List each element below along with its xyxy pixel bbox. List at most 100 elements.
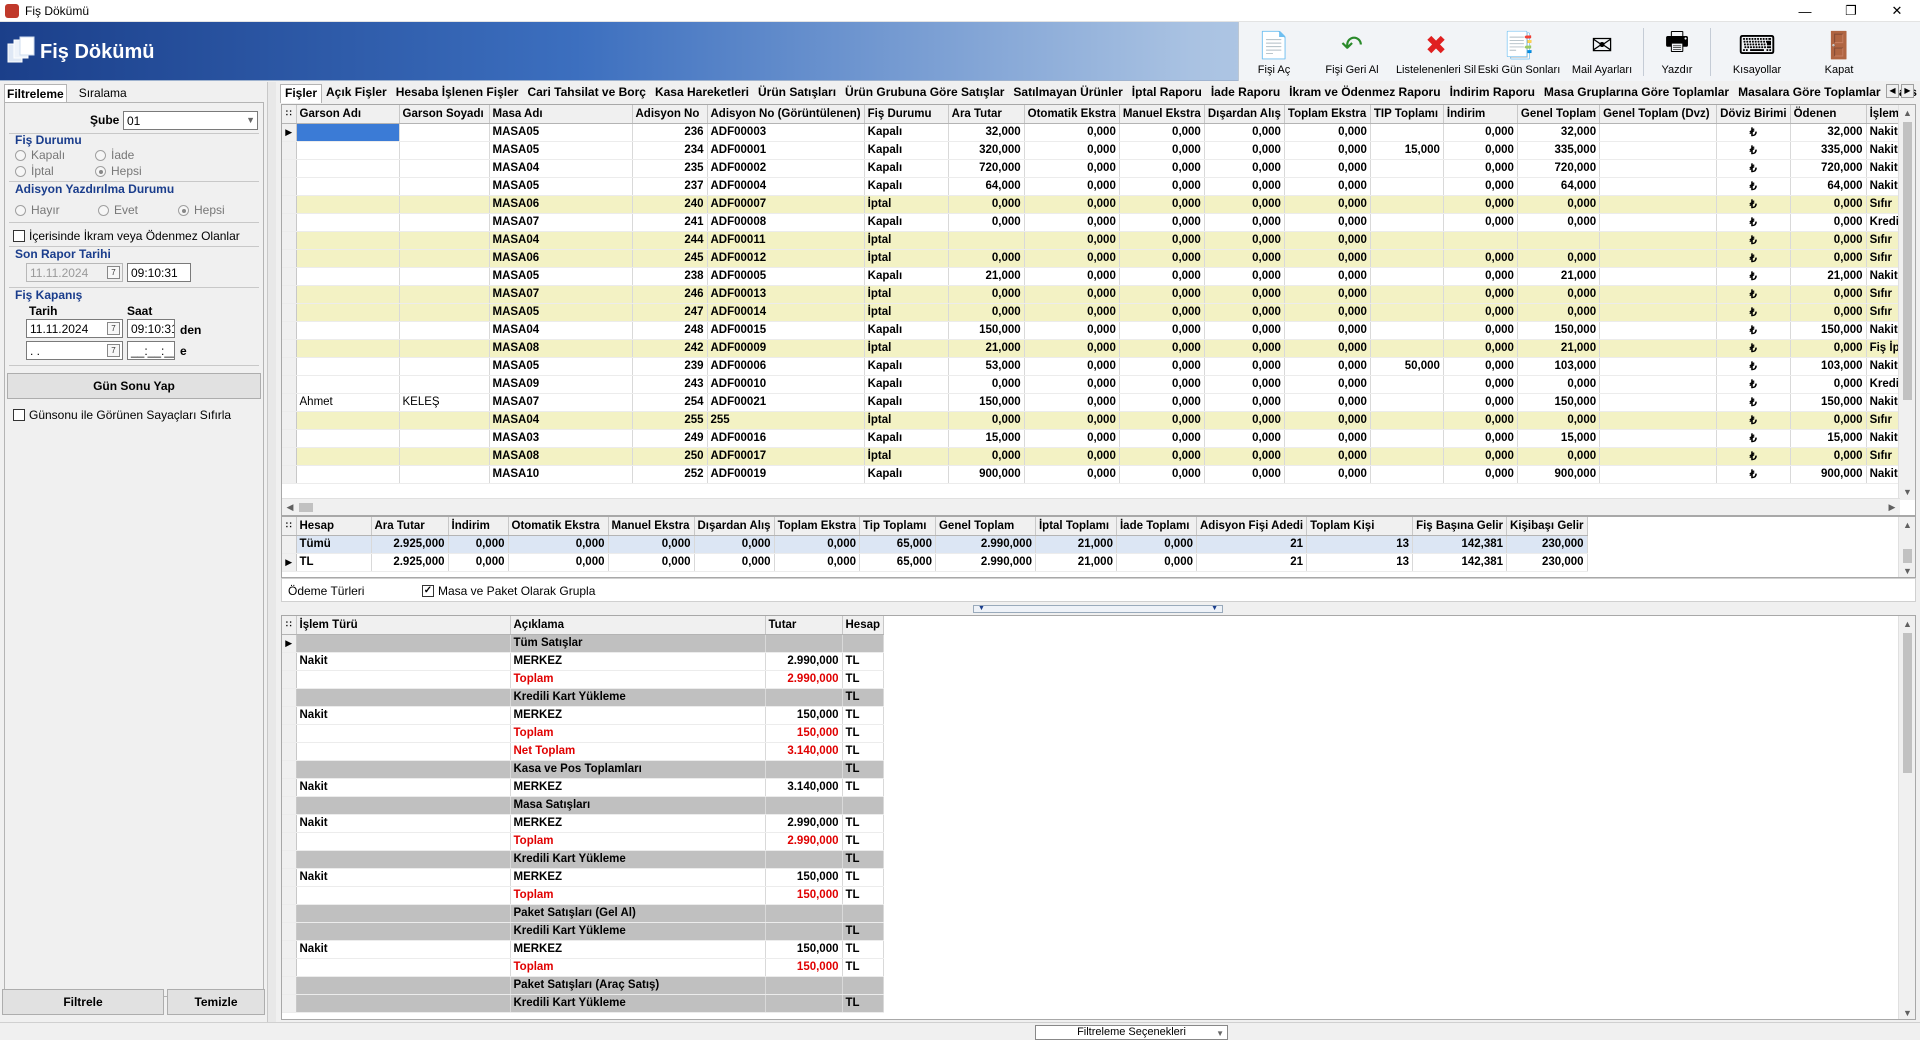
tab-masa-gruplarina-gore-toplamlar[interactable]: Masa Gruplarına Göre Toplamlar [1540,84,1734,103]
table-row[interactable]: MASA05 247 ADF00014 İptal 0,000 0,000 0,000 0,0… [282,303,1907,322]
grid-menu-icon[interactable]: ∷ [282,517,297,536]
table-row[interactable]: MASA04 248 ADF00015 Kapalı 150,000 0,000 0,000… [282,321,1907,340]
summary-row[interactable]: Tümü 2.925,000 0,000 0,000 0,000 0,000 0,000 65… [282,535,1588,554]
tab-iptal-raporu[interactable]: İptal Raporu [1128,84,1207,103]
payment-row[interactable]: Toplam 2.990,000 TL [282,832,885,851]
son-rapor-time[interactable]: 09:10:31 [127,263,191,282]
column-header-ara-tutar[interactable]: Ara Tutar [371,517,449,536]
column-header-disardan-alis[interactable]: Dışardan Alış [1204,105,1285,124]
column-header-adisyon-fisi-adedi[interactable]: Adisyon Fişi Adedi [1196,517,1308,536]
radio-hepsi[interactable]: Hepsi [95,164,142,178]
temizle-button[interactable]: Temizle [167,989,265,1015]
payment-row[interactable]: Kredili Kart Yükleme TL [282,688,885,707]
radio-evet[interactable]: Evet [98,203,138,217]
sube-select[interactable]: 01 ▼ [123,111,258,130]
column-header-hesap[interactable]: Hesap [842,616,885,635]
ikram-checkbox[interactable]: İçerisinde İkram veya Ödenmez Olanlar [13,229,240,243]
table-row[interactable]: MASA04 235 ADF00002 Kapalı 720,000 0,000 0,000… [282,159,1907,178]
payment-row[interactable]: ▶ Tüm Satışlar [282,634,885,653]
column-header-genel-toplam[interactable]: Genel Toplam [1517,105,1601,124]
group-checkbox[interactable]: ✓ Masa ve Paket Olarak Grupla [422,584,595,598]
payment-row[interactable]: Net Toplam 3.140,000 TL [282,742,885,761]
close-icon[interactable]: ✕ [1874,0,1920,22]
scroll-thumb[interactable] [1903,122,1912,400]
column-header-doviz-birimi[interactable]: Döviz Birimi [1716,105,1791,124]
calendar-icon[interactable]: 7 [107,344,120,357]
tab-siralama[interactable]: Sıralama [77,84,129,103]
column-header-iptal-toplami[interactable]: İptal Toplamı [1035,517,1117,536]
panel-splitter[interactable] [268,82,276,1022]
kapanis-end-time[interactable]: __:__:__ [127,341,175,360]
column-header-ara-tutar[interactable]: Ara Tutar [948,105,1025,124]
column-header-tutar[interactable]: Tutar [765,616,843,635]
kapanis-start-date[interactable]: 11.11.2024 7 [26,319,123,338]
scroll-right-icon[interactable]: ▶ [1884,499,1900,515]
payment-row[interactable]: Nakit MERKEZ 150,000 TL [282,868,885,887]
column-header-iade-toplami[interactable]: İade Toplamı [1116,517,1197,536]
radio-adisyon-hepsi[interactable]: Hepsi [178,203,225,217]
table-row[interactable]: ▶ MASA05 236 ADF00003 Kapalı 32,000 0,000 0,000… [282,123,1907,142]
restore-icon[interactable]: ❐ [1828,0,1874,22]
table-row[interactable]: MASA06 245 ADF00012 İptal 0,000 0,000 0,000 0,0… [282,249,1907,268]
table-row[interactable]: MASA05 239 ADF00006 Kapalı 53,000 0,000 0,000 0… [282,357,1907,376]
toolbar-kisayollar-button[interactable]: ⌨ Kısayollar [1711,22,1803,81]
column-header-toplam-ekstra[interactable]: Toplam Ekstra [1284,105,1371,124]
tab-fisler[interactable]: Fişler [280,84,323,103]
scroll-thumb[interactable] [299,503,313,512]
toolbar-listelenenleri-sil-button[interactable]: ✖ Listelenenleri Sil [1395,22,1477,81]
payment-row[interactable]: Toplam 150,000 TL [282,724,885,743]
payment-row[interactable]: Kredili Kart Yükleme TL [282,850,885,869]
radio-iade[interactable]: İade [95,148,134,162]
toolbar-yazdir-button[interactable]: 🖶 Yazdır [1644,22,1710,81]
column-header-aciklama[interactable]: Açıklama [510,616,766,635]
column-header-masa-adi[interactable]: Masa Adı [489,105,633,124]
scroll-up-icon[interactable]: ▲ [1899,105,1915,121]
column-header-manuel-ekstra[interactable]: Manuel Ekstra [1119,105,1205,124]
column-header-kisibasi-gelir[interactable]: Kişibaşı Gelir [1506,517,1588,536]
gun-sonu-button[interactable]: Gün Sonu Yap [7,373,261,399]
filter-options-select[interactable]: Filtreleme Seçenekleri ▼ [1035,1025,1228,1040]
payment-row[interactable]: Kredili Kart Yükleme TL [282,922,885,941]
vertical-scrollbar[interactable]: ▲ ▼ [1898,616,1915,1019]
table-row[interactable]: MASA05 234 ADF00001 Kapalı 320,000 0,000 0,000… [282,141,1907,160]
column-header-fis-durumu[interactable]: Fiş Durumu [864,105,949,124]
tab-ikram-ve-odenmez-raporu[interactable]: İkram ve Ödenmez Raporu [1285,84,1445,103]
grid-menu-icon[interactable]: ∷ [282,105,297,124]
column-header-tip-toplami[interactable]: TIP Toplamı [1370,105,1444,124]
column-header-genel-toplam-dvz[interactable]: Genel Toplam (Dvz) [1599,105,1718,124]
radio-iptal[interactable]: İptal [15,164,54,178]
table-row[interactable]: MASA05 237 ADF00004 Kapalı 64,000 0,000 0,000 0… [282,177,1907,196]
payment-row[interactable]: Kasa ve Pos Toplamları TL [282,760,885,779]
table-row[interactable]: MASA07 246 ADF00013 İptal 0,000 0,000 0,000 0,0… [282,285,1907,304]
splitter-handle[interactable]: ▼ ▼ [973,605,1223,613]
column-header-genel-toplam[interactable]: Genel Toplam [935,517,1036,536]
payment-row[interactable]: Nakit MERKEZ 150,000 TL [282,940,885,959]
scroll-down-icon[interactable]: ▼ [1899,484,1915,500]
payment-row[interactable]: Nakit MERKEZ 150,000 TL [282,706,885,725]
column-header-hesap[interactable]: Hesap [296,517,372,536]
scroll-down-icon[interactable]: ▼ [1899,1005,1915,1019]
column-header-indirim[interactable]: İndirim [1443,105,1518,124]
payment-row[interactable]: Masa Satışları [282,796,885,815]
table-row[interactable]: MASA06 240 ADF00007 İptal 0,000 0,000 0,000 0,0… [282,195,1907,214]
column-header-tip-toplami[interactable]: Tip Toplamı [859,517,936,536]
scroll-down-icon[interactable]: ▼ [1899,563,1915,577]
column-header-garson-soyadi[interactable]: Garson Soyadı [399,105,490,124]
table-row[interactable]: MASA05 238 ADF00005 Kapalı 21,000 0,000 0,000 0… [282,267,1907,286]
payment-row[interactable]: Toplam 150,000 TL [282,958,885,977]
filtrele-button[interactable]: Filtrele [2,989,164,1015]
payment-row[interactable]: Nakit MERKEZ 3.140,000 TL [282,778,885,797]
table-row[interactable]: MASA04 255 255 İptal 0,000 0,000 0,000 0,000 0,0… [282,411,1907,430]
tab-indirim-raporu[interactable]: İndirim Raporu [1446,84,1540,103]
column-header-otomatik-ekstra[interactable]: Otomatik Ekstra [508,517,609,536]
scroll-thumb[interactable] [1903,549,1912,563]
table-row[interactable]: MASA10 252 ADF00019 Kapalı 900,000 0,000 0,000… [282,465,1907,484]
payment-row[interactable]: Kredili Kart Yükleme TL [282,994,885,1013]
tab-kasa-hareketleri[interactable]: Kasa Hareketleri [651,84,754,103]
column-header-toplam-ekstra[interactable]: Toplam Ekstra [774,517,860,536]
kapanis-end-date[interactable]: . . 7 [26,341,123,360]
column-header-indirim[interactable]: İndirim [448,517,509,536]
calendar-icon[interactable]: 7 [107,322,120,335]
tab-acik-fisler[interactable]: Açık Fişler [322,84,392,103]
column-header-odenen[interactable]: Ödenen [1790,105,1867,124]
